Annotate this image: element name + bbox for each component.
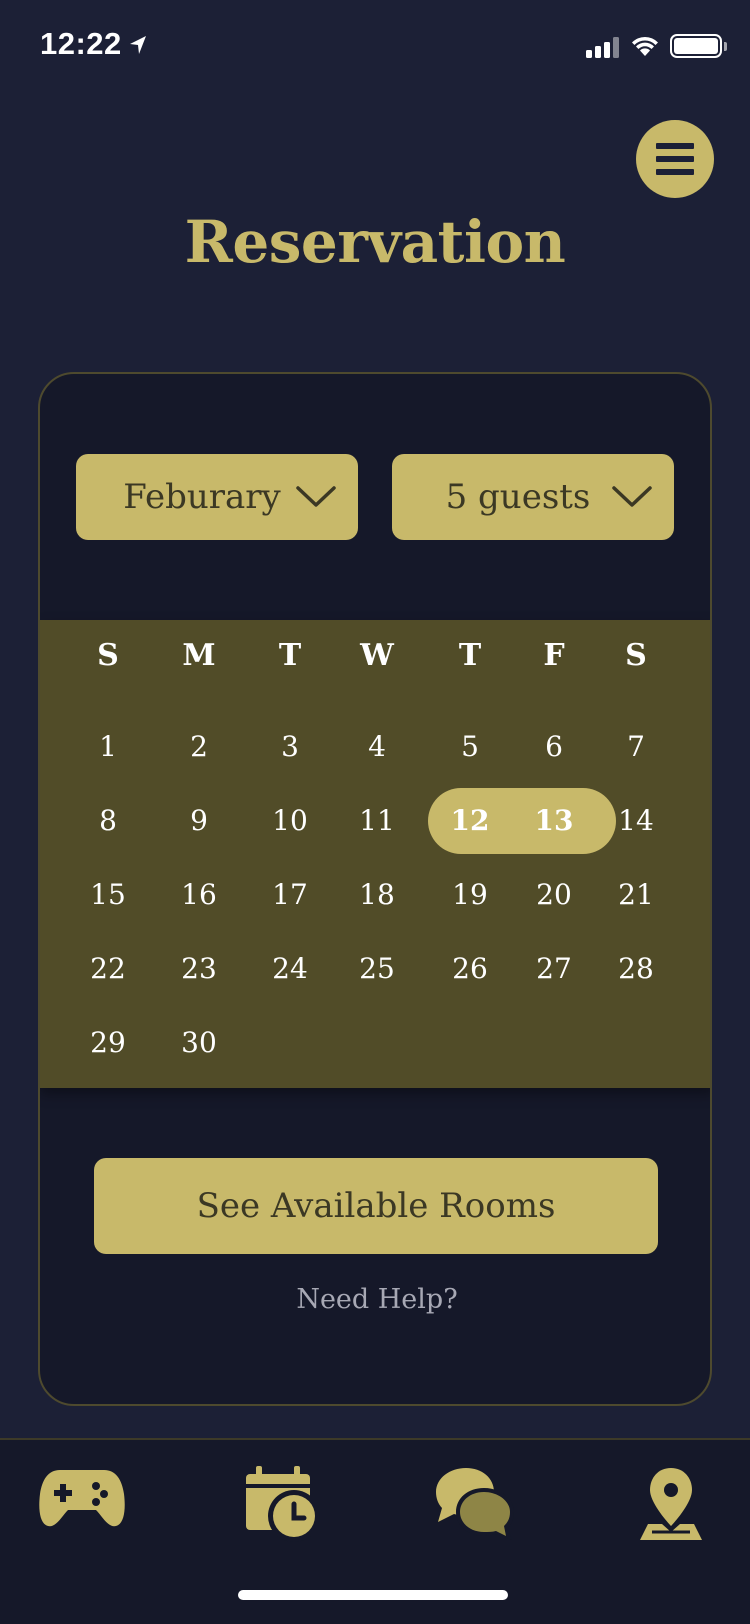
reservation-card: Feburary 5 guests S M T W T F S 1 2 3 4 5 6 7 8 9 10 11 12… [38, 372, 712, 1406]
chevron-down-icon [296, 486, 336, 507]
see-available-rooms-label: See Available Rooms [196, 1186, 556, 1226]
status-time: 12:22 [40, 26, 122, 61]
calendar-day[interactable]: 9 [154, 804, 244, 837]
calendar-day[interactable]: 4 [332, 730, 422, 763]
menu-line [656, 156, 694, 162]
month-select-value: Feburary [123, 477, 281, 517]
calendar-day[interactable]: 7 [591, 730, 681, 763]
page-title: Reservation [184, 208, 566, 276]
calendar-day[interactable]: 26 [425, 952, 515, 985]
weekday-header: F [543, 638, 565, 673]
weekday-header: S [625, 638, 647, 673]
weekday-header: T [458, 638, 482, 673]
map-pin-icon[interactable] [636, 1466, 706, 1542]
calendar-day[interactable]: 27 [509, 952, 599, 985]
calendar-day[interactable]: 6 [509, 730, 599, 763]
calendar-day[interactable]: 15 [63, 878, 153, 911]
calendar-day[interactable]: 28 [591, 952, 681, 985]
calendar-day[interactable]: 30 [154, 1026, 244, 1059]
calendar-day[interactable]: 11 [332, 804, 422, 837]
calendar-day[interactable]: 21 [591, 878, 681, 911]
calendar-day[interactable]: 17 [245, 878, 335, 911]
month-select[interactable]: Feburary [76, 454, 358, 540]
calendar-day[interactable]: 16 [154, 878, 244, 911]
calendar-day[interactable]: 20 [509, 878, 599, 911]
chevron-down-icon [612, 486, 652, 507]
calendar-grid: S M T W T F S 1 2 3 4 5 6 7 8 9 10 11 12 13 14 15 16 17 18 19 20 21… [40, 620, 710, 1088]
calendar-day[interactable]: 10 [245, 804, 335, 837]
wifi-icon [632, 36, 658, 56]
calendar-day[interactable]: 5 [425, 730, 515, 763]
menu-line [656, 143, 694, 149]
cellular-signal-icon [586, 36, 622, 58]
calendar-day[interactable]: 14 [591, 804, 681, 837]
chat-bubbles-icon[interactable] [434, 1466, 518, 1542]
calendar-day-selected[interactable]: 12 [425, 804, 515, 837]
guests-select[interactable]: 5 guests [392, 454, 674, 540]
weekday-header: S [97, 638, 119, 673]
calendar-day[interactable]: 2 [154, 730, 244, 763]
calendar-day-selected[interactable]: 13 [509, 804, 599, 837]
calendar-day[interactable]: 1 [63, 730, 153, 763]
calendar-day[interactable]: 22 [63, 952, 153, 985]
calendar-day[interactable]: 8 [63, 804, 153, 837]
status-bar: 12:22 [0, 0, 750, 92]
calendar-day[interactable]: 23 [154, 952, 244, 985]
hamburger-menu-button[interactable] [636, 120, 714, 198]
calendar-clock-icon[interactable] [244, 1466, 320, 1542]
weekday-header: W [360, 638, 394, 673]
guests-select-value: 5 guests [445, 477, 591, 517]
need-help-link[interactable]: Need Help? [40, 1284, 710, 1315]
battery-tip [724, 42, 727, 51]
see-available-rooms-button[interactable]: See Available Rooms [94, 1158, 658, 1254]
calendar-day[interactable]: 24 [245, 952, 335, 985]
calendar-day[interactable]: 3 [245, 730, 335, 763]
weekday-header: T [278, 638, 302, 673]
calendar-day[interactable]: 25 [332, 952, 422, 985]
calendar-day[interactable]: 29 [63, 1026, 153, 1059]
calendar-day[interactable]: 18 [332, 878, 422, 911]
weekday-header: M [182, 638, 216, 673]
battery-icon [670, 34, 722, 58]
home-indicator[interactable] [238, 1590, 508, 1600]
gamepad-icon[interactable] [38, 1466, 126, 1530]
location-arrow-icon [130, 36, 146, 54]
menu-line [656, 169, 694, 175]
calendar-day[interactable]: 19 [425, 878, 515, 911]
